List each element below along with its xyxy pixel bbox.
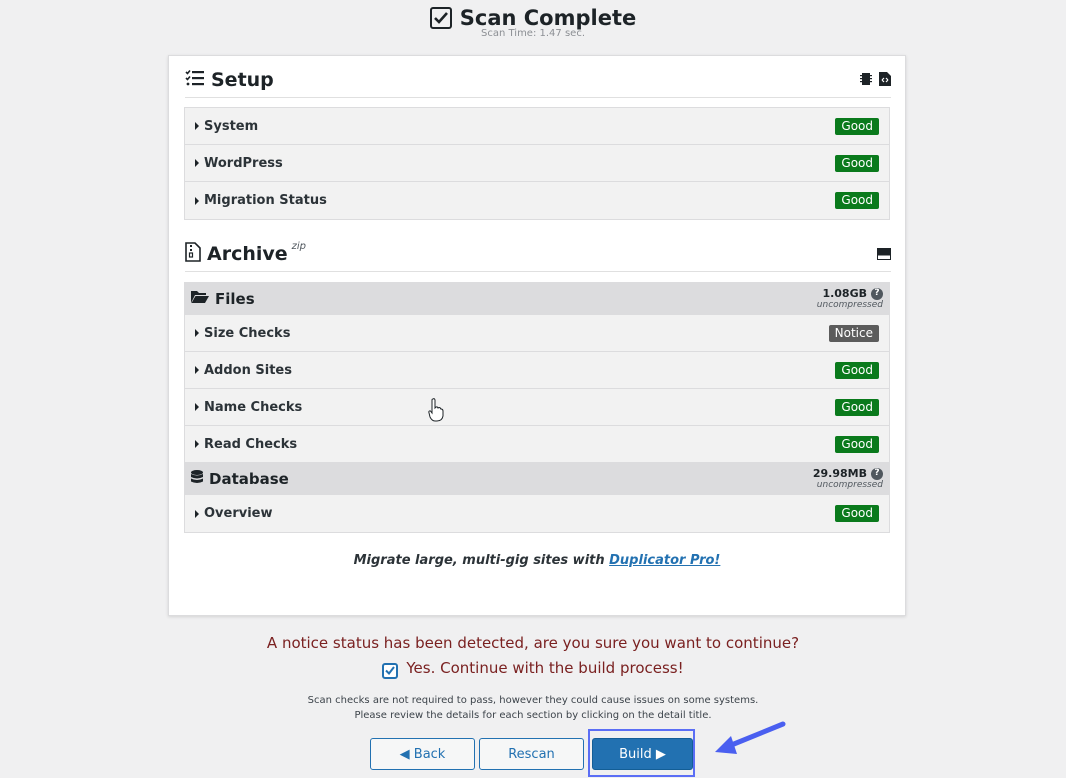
caret-right-icon	[195, 366, 199, 374]
page-title: Scan Complete	[459, 6, 637, 30]
status-badge: Good	[835, 192, 879, 209]
status-badge: Good	[835, 505, 879, 522]
build-button[interactable]: Build ▶	[592, 738, 693, 770]
status-badge: Good	[835, 117, 879, 135]
status-badge: Good	[835, 435, 879, 453]
continue-checkbox-label[interactable]: Yes. Continue with the build process!	[406, 659, 683, 677]
window-icon[interactable]	[877, 245, 891, 264]
files-item-addon-sites[interactable]: Addon Sites Good	[185, 352, 889, 389]
continue-checkbox[interactable]	[382, 662, 399, 679]
archive-title: Archive	[207, 243, 288, 265]
files-item-size-checks[interactable]: Size Checks Notice	[185, 315, 889, 352]
hand-pointer-cursor-icon	[428, 398, 444, 426]
setup-item-system[interactable]: System Good	[185, 108, 889, 145]
question-circle-icon[interactable]: ?	[871, 467, 883, 480]
checkbox-checked-icon	[429, 7, 452, 29]
rescan-button[interactable]: Rescan	[479, 738, 584, 770]
caret-right-icon	[195, 196, 199, 205]
back-button[interactable]: ◀ Back	[370, 738, 475, 770]
caret-right-icon	[195, 329, 199, 337]
caret-right-icon	[195, 509, 199, 518]
files-group-header: Files 1.08GB? uncompressed	[185, 283, 889, 315]
setup-item-wordpress[interactable]: WordPress Good	[185, 145, 889, 182]
status-badge: Good	[835, 154, 879, 172]
database-title: Database	[209, 469, 289, 488]
caret-right-icon	[195, 159, 199, 167]
caret-right-icon	[195, 122, 199, 130]
files-size: 1.08GB? uncompressed	[816, 287, 883, 310]
database-item-overview[interactable]: Overview Good	[185, 495, 889, 532]
files-title: Files	[215, 289, 255, 308]
notice-question: A notice status has been detected, are y…	[266, 634, 800, 652]
question-circle-icon[interactable]: ?	[871, 287, 883, 300]
files-item-name-checks[interactable]: Name Checks Good	[185, 389, 889, 426]
archive-checks-list: Files 1.08GB? uncompressed Size Checks N…	[184, 282, 890, 533]
microchip-icon[interactable]	[859, 71, 873, 90]
setup-item-migration-status[interactable]: Migration Status Good	[185, 182, 889, 219]
caret-right-icon	[195, 403, 199, 411]
pro-promo: Migrate large, multi-gig sites with Dupl…	[353, 553, 721, 568]
continue-confirmation: Yes. Continue with the build process!	[0, 659, 1066, 679]
checklist-icon	[185, 69, 205, 91]
scan-help-text: Scan checks are not required to pass, ho…	[307, 695, 759, 721]
status-badge: Notice	[828, 324, 879, 342]
setup-checks-list: System Good WordPress Good Migration Sta…	[184, 107, 890, 220]
status-badge: Good	[835, 398, 879, 416]
setup-section-header: Setup	[185, 63, 891, 98]
database-group-header: Database 29.98MB? uncompressed	[185, 463, 889, 495]
scan-results-panel: Setup System Good WordPress Good Migrati…	[168, 55, 906, 616]
archive-format: zip	[291, 240, 307, 252]
file-archive-icon	[185, 242, 201, 266]
database-icon	[191, 469, 203, 488]
folder-open-icon	[191, 289, 209, 308]
scan-time: Scan Time: 1.47 sec.	[481, 28, 585, 39]
scan-header: Scan Complete Scan Time: 1.47 sec.	[0, 6, 1066, 39]
caret-right-icon	[195, 440, 199, 448]
status-badge: Good	[835, 361, 879, 379]
arrow-annotation-icon	[707, 716, 787, 768]
duplicator-pro-link[interactable]: Duplicator Pro!	[609, 553, 720, 568]
files-item-read-checks[interactable]: Read Checks Good	[185, 426, 889, 463]
database-size: 29.98MB? uncompressed	[812, 467, 883, 490]
file-code-icon[interactable]	[879, 71, 891, 90]
archive-section-header: Archive zip	[185, 237, 891, 272]
setup-title: Setup	[211, 69, 274, 91]
